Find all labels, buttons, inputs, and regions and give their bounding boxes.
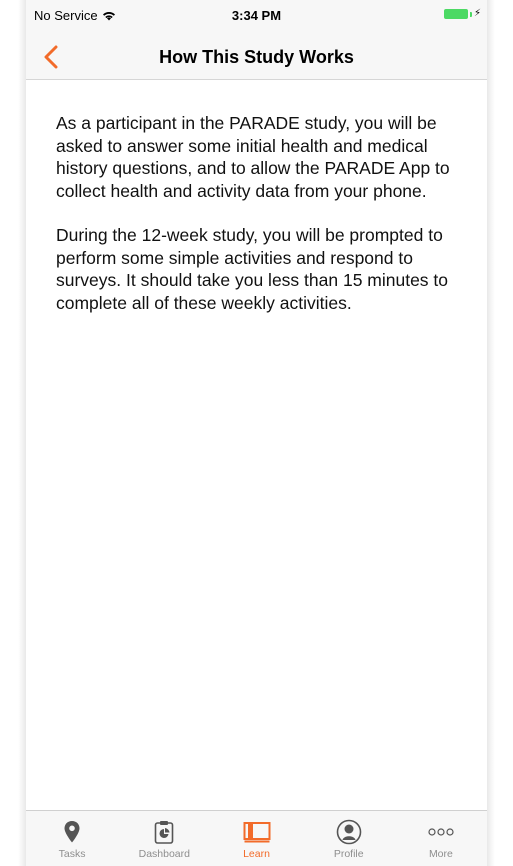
tab-label-tasks: Tasks [58, 848, 86, 860]
navigation-bar: How This Study Works [26, 34, 487, 80]
charging-icon: ⚡ [473, 8, 481, 19]
tab-label-profile: Profile [333, 848, 364, 860]
tab-bar: Tasks Dashboard Learn Profile More [26, 810, 487, 866]
tab-dashboard[interactable]: Dashboard [118, 811, 210, 866]
book-icon [243, 822, 270, 843]
tab-profile[interactable]: Profile [303, 811, 395, 866]
clipboard-chart-icon [154, 821, 174, 844]
tab-label-more: More [428, 848, 453, 860]
status-bar: No Service 3:34 PM ⚡ [26, 0, 487, 34]
tab-more[interactable]: More [395, 811, 487, 866]
person-icon [336, 819, 362, 845]
tab-learn[interactable]: Learn [210, 811, 302, 866]
device-edge-left [0, 0, 26, 866]
study-description: As a participant in the PARADE study, yo… [56, 112, 467, 336]
paragraph-participation: As a participant in the PARADE study, yo… [56, 113, 450, 201]
battery-group: ⚡ [443, 8, 481, 19]
battery-icon [443, 9, 468, 19]
device-edge-right [487, 0, 513, 866]
phone-screen: No Service 3:34 PM ⚡ How This Study Work… [26, 0, 487, 866]
battery-tip [469, 11, 472, 17]
status-time: 3:34 PM [231, 8, 282, 23]
tab-label-learn: Learn [243, 848, 270, 860]
paragraph-schedule: During the 12-week study, you will be pr… [56, 225, 449, 313]
more-icon [428, 828, 454, 836]
map-pin-icon [64, 821, 80, 843]
tab-label-dashboard: Dashboard [138, 848, 190, 860]
tab-tasks[interactable]: Tasks [26, 811, 118, 866]
page-title: How This Study Works [159, 47, 354, 67]
